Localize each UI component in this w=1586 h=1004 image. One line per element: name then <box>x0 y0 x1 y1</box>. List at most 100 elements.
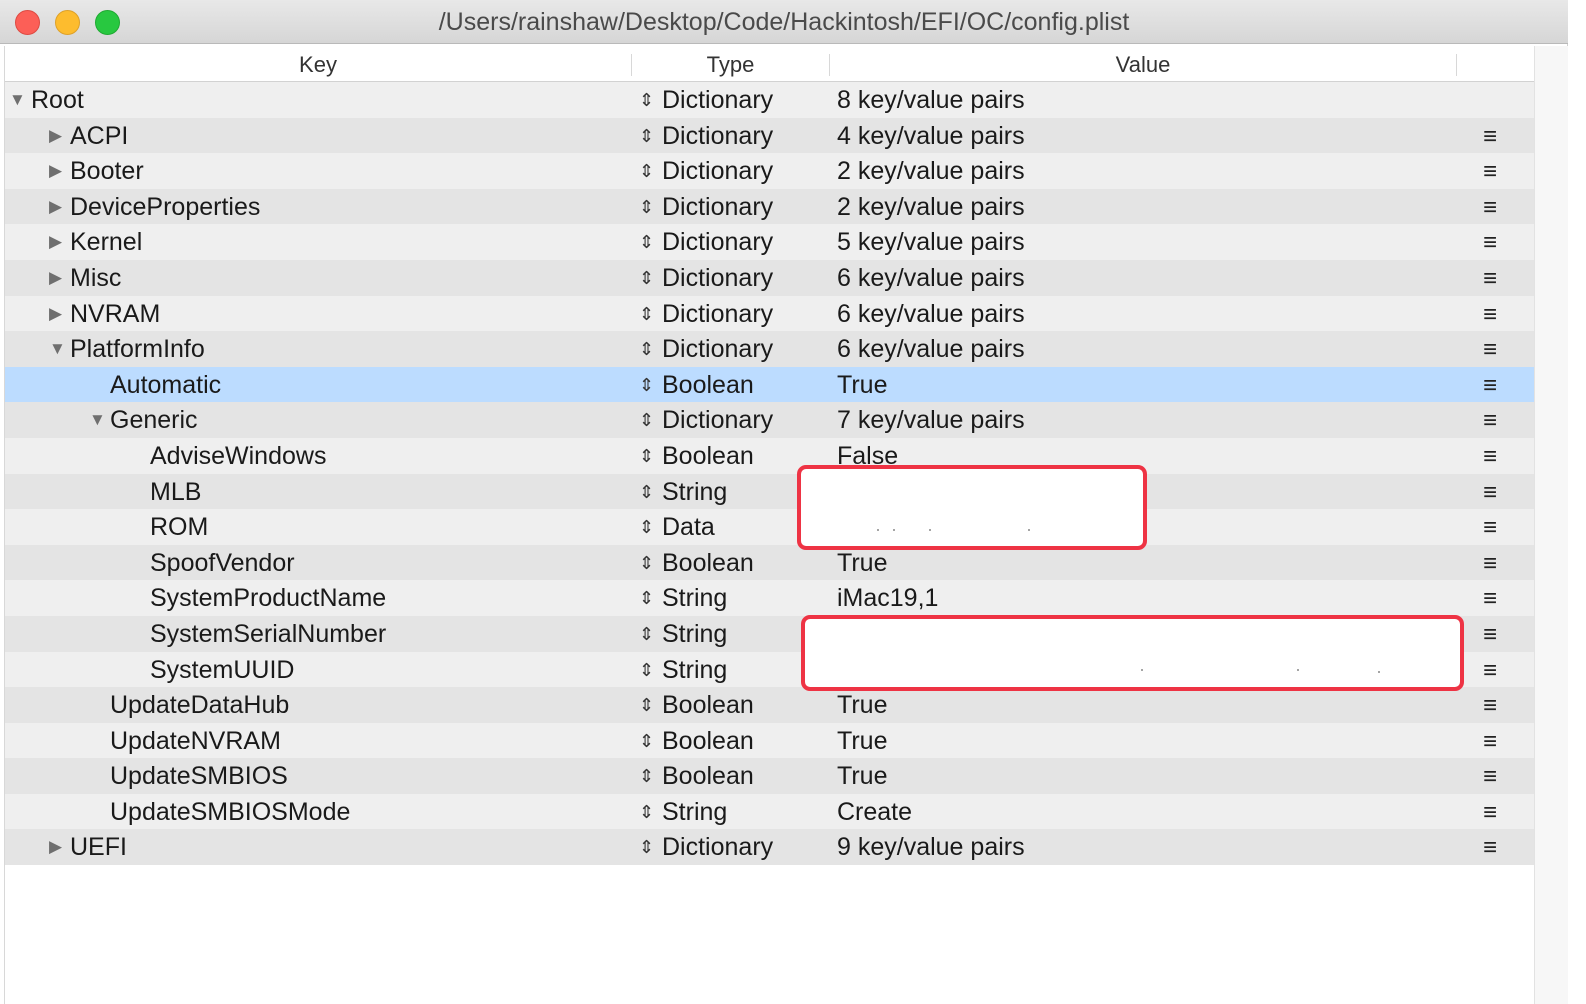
disclosure-triangle-right-icon[interactable]: ▶ <box>49 224 62 260</box>
key-cell[interactable]: Generic <box>110 402 198 438</box>
row-menu-icon[interactable]: ≡ <box>1483 545 1497 581</box>
key-cell[interactable]: SystemUUID <box>150 652 294 688</box>
type-cell[interactable]: String <box>662 652 727 688</box>
key-cell[interactable]: Kernel <box>70 224 142 260</box>
table-row[interactable]: ▶ Misc ⇕ Dictionary 6 key/value pairs ≡ <box>5 259 1535 296</box>
row-menu-icon[interactable]: ≡ <box>1483 438 1497 474</box>
outline-view[interactable]: Key Type Value ▼ Root ⇕ Dictionary 8 key/val… <box>4 46 1535 1004</box>
key-cell[interactable]: ACPI <box>70 118 128 154</box>
value-cell[interactable]: True <box>837 723 887 759</box>
type-cell[interactable]: Dictionary <box>662 331 773 367</box>
type-stepper-icon[interactable]: ⇕ <box>639 331 654 367</box>
value-cell[interactable]: True <box>837 545 887 581</box>
value-cell[interactable]: 6 key/value pairs <box>837 296 1025 332</box>
value-cell[interactable]: 2 key/value pairs <box>837 153 1025 189</box>
table-row[interactable]: ▶ ACPI ⇕ Dictionary 4 key/value pairs ≡ <box>5 117 1535 154</box>
table-row[interactable]: ▶ Booter ⇕ Dictionary 2 key/value pairs ≡ <box>5 153 1535 189</box>
type-stepper-icon[interactable]: ⇕ <box>639 616 654 652</box>
type-stepper-icon[interactable]: ⇕ <box>639 509 654 545</box>
key-cell[interactable]: UpdateDataHub <box>110 687 289 723</box>
table-row[interactable]: ▶ UEFI ⇕ Dictionary 9 key/value pairs ≡ <box>5 829 1535 866</box>
table-row[interactable]: UpdateSMBIOS ⇕ Boolean True ≡ <box>5 758 1535 794</box>
key-cell[interactable]: Booter <box>70 153 144 189</box>
type-stepper-icon[interactable]: ⇕ <box>639 652 654 688</box>
column-header-type[interactable]: Type <box>632 46 829 82</box>
key-cell[interactable]: AdviseWindows <box>150 438 326 474</box>
type-cell[interactable]: Dictionary <box>662 224 773 260</box>
type-cell[interactable]: Boolean <box>662 438 754 474</box>
value-cell[interactable]: 5 key/value pairs <box>837 224 1025 260</box>
type-stepper-icon[interactable]: ⇕ <box>639 794 654 830</box>
key-cell[interactable]: PlatformInfo <box>70 331 205 367</box>
column-divider[interactable] <box>1456 54 1457 76</box>
value-cell[interactable]: 9 key/value pairs <box>837 829 1025 865</box>
row-menu-icon[interactable]: ≡ <box>1483 829 1497 865</box>
value-cell[interactable]: 2 key/value pairs <box>837 189 1025 225</box>
type-stepper-icon[interactable]: ⇕ <box>639 438 654 474</box>
disclosure-triangle-down-icon[interactable]: ▼ <box>49 331 66 367</box>
row-menu-icon[interactable]: ≡ <box>1483 331 1497 367</box>
value-cell[interactable]: 6 key/value pairs <box>837 331 1025 367</box>
row-menu-icon[interactable]: ≡ <box>1483 118 1497 154</box>
title-bar[interactable]: /Users/rainshaw/Desktop/Code/Hackintosh/… <box>0 0 1568 44</box>
type-cell[interactable]: String <box>662 616 727 652</box>
table-row[interactable]: ROM ⇕ Data ≡ <box>5 509 1535 545</box>
type-stepper-icon[interactable]: ⇕ <box>639 153 654 189</box>
type-cell[interactable]: String <box>662 794 727 830</box>
disclosure-triangle-down-icon[interactable]: ▼ <box>89 402 106 438</box>
type-cell[interactable]: Data <box>662 509 715 545</box>
type-stepper-icon[interactable]: ⇕ <box>639 723 654 759</box>
key-cell[interactable]: UpdateSMBIOSMode <box>110 794 350 830</box>
type-cell[interactable]: Dictionary <box>662 829 773 865</box>
row-menu-icon[interactable]: ≡ <box>1483 794 1497 830</box>
key-cell[interactable]: UpdateNVRAM <box>110 723 281 759</box>
type-cell[interactable]: Dictionary <box>662 82 773 118</box>
value-cell[interactable]: True <box>837 758 887 794</box>
value-cell[interactable]: iMac19,1 <box>837 580 938 616</box>
type-cell[interactable]: Dictionary <box>662 153 773 189</box>
row-menu-icon[interactable]: ≡ <box>1483 687 1497 723</box>
type-cell[interactable]: Dictionary <box>662 260 773 296</box>
type-cell[interactable]: Dictionary <box>662 402 773 438</box>
row-menu-icon[interactable]: ≡ <box>1483 189 1497 225</box>
type-stepper-icon[interactable]: ⇕ <box>639 82 654 118</box>
type-stepper-icon[interactable]: ⇕ <box>639 402 654 438</box>
type-stepper-icon[interactable]: ⇕ <box>639 829 654 865</box>
type-cell[interactable]: String <box>662 474 727 510</box>
type-cell[interactable]: Boolean <box>662 545 754 581</box>
key-cell[interactable]: NVRAM <box>70 296 160 332</box>
table-row[interactable]: SystemProductName ⇕ String iMac19,1 ≡ <box>5 580 1535 616</box>
value-cell[interactable]: 8 key/value pairs <box>837 82 1025 118</box>
table-row[interactable]: MLB ⇕ String ≡ <box>5 473 1535 510</box>
table-row[interactable]: SpoofVendor ⇕ Boolean True ≡ <box>5 544 1535 581</box>
type-stepper-icon[interactable]: ⇕ <box>639 545 654 581</box>
row-menu-icon[interactable]: ≡ <box>1483 723 1497 759</box>
key-cell[interactable]: SystemProductName <box>150 580 386 616</box>
type-cell[interactable]: Boolean <box>662 367 754 403</box>
table-row[interactable]: UpdateNVRAM ⇕ Boolean True ≡ <box>5 722 1535 759</box>
type-stepper-icon[interactable]: ⇕ <box>639 260 654 296</box>
key-cell[interactable]: SystemSerialNumber <box>150 616 386 652</box>
row-menu-icon[interactable]: ≡ <box>1483 580 1497 616</box>
key-cell[interactable]: UpdateSMBIOS <box>110 758 288 794</box>
type-cell[interactable]: Dictionary <box>662 118 773 154</box>
disclosure-triangle-right-icon[interactable]: ▶ <box>49 296 62 332</box>
type-stepper-icon[interactable]: ⇕ <box>639 189 654 225</box>
vertical-scrollbar[interactable] <box>1534 46 1568 1004</box>
type-stepper-icon[interactable]: ⇕ <box>639 296 654 332</box>
key-cell[interactable]: ROM <box>150 509 208 545</box>
row-menu-icon[interactable]: ≡ <box>1483 296 1497 332</box>
row-menu-icon[interactable]: ≡ <box>1483 260 1497 296</box>
type-stepper-icon[interactable]: ⇕ <box>639 687 654 723</box>
table-row[interactable]: ▶ Kernel ⇕ Dictionary 5 key/value pairs ≡ <box>5 224 1535 260</box>
column-header-value[interactable]: Value <box>830 46 1456 82</box>
type-stepper-icon[interactable]: ⇕ <box>639 224 654 260</box>
row-menu-icon[interactable]: ≡ <box>1483 367 1497 403</box>
key-cell[interactable]: SpoofVendor <box>150 545 295 581</box>
type-cell[interactable]: Dictionary <box>662 189 773 225</box>
type-stepper-icon[interactable]: ⇕ <box>639 580 654 616</box>
value-cell[interactable]: True <box>837 687 887 723</box>
disclosure-triangle-right-icon[interactable]: ▶ <box>49 829 62 865</box>
key-cell[interactable]: Misc <box>70 260 121 296</box>
value-cell[interactable]: 4 key/value pairs <box>837 118 1025 154</box>
